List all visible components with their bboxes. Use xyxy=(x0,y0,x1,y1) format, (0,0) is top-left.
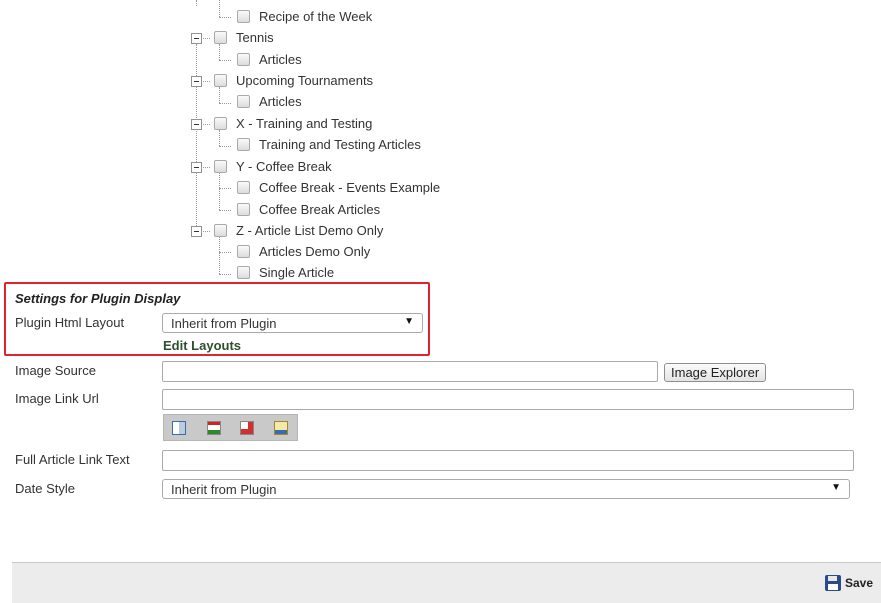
tree-checkbox[interactable] xyxy=(237,203,250,216)
tree-checkbox[interactable] xyxy=(214,74,227,87)
tree-item-label: Coffee Break - Events Example xyxy=(259,180,441,195)
file-link-icon[interactable] xyxy=(240,421,254,435)
tree-item-label: Training and Testing Articles xyxy=(259,137,421,152)
date-style-select[interactable]: Inherit from Plugin ▼ xyxy=(162,479,850,499)
save-label: Save xyxy=(844,576,873,590)
tree-item-label: Articles xyxy=(259,94,302,109)
image-link-url-input[interactable] xyxy=(162,389,854,410)
image-link-url-label: Image Link Url xyxy=(15,391,99,406)
plugin-html-layout-value: Inherit from Plugin xyxy=(171,316,277,331)
tree-guide-line xyxy=(219,237,220,274)
tree-checkbox[interactable] xyxy=(214,160,227,173)
tree-item[interactable]: Articles xyxy=(237,91,302,112)
edit-layouts-link[interactable]: Edit Layouts xyxy=(163,338,241,353)
tree-checkbox[interactable] xyxy=(237,95,250,108)
tree-checkbox[interactable] xyxy=(214,117,227,130)
tree-item-label: Single Article xyxy=(259,265,335,280)
tree-item[interactable]: Articles xyxy=(237,49,302,70)
tree-item[interactable]: Articles Demo Only xyxy=(237,241,370,262)
tree-checkbox[interactable] xyxy=(237,266,250,279)
tree-checkbox[interactable] xyxy=(237,10,250,23)
tree-item[interactable]: Recipe of the Week xyxy=(237,6,372,27)
footer-bar: Save xyxy=(12,562,881,603)
tree-item-label: X - Training and Testing xyxy=(236,116,373,131)
floppy-disk-icon xyxy=(824,575,841,591)
tree-item-label: Z - Article List Demo Only xyxy=(236,223,384,238)
tree-item[interactable]: X - Training and Testing xyxy=(214,113,372,134)
category-tree: Recipe of the Week Tennis Articles Upcom… xyxy=(0,0,881,285)
tree-guide-line xyxy=(219,173,220,210)
full-article-link-text-label: Full Article Link Text xyxy=(15,452,130,467)
tree-item-label: Articles Demo Only xyxy=(259,244,371,259)
date-style-value: Inherit from Plugin xyxy=(171,482,277,497)
tree-item[interactable]: Z - Article List Demo Only xyxy=(214,220,383,241)
image-source-input[interactable] xyxy=(162,361,658,382)
tree-checkbox[interactable] xyxy=(237,138,250,151)
tree-guide-line xyxy=(196,44,197,234)
tree-item-label: Articles xyxy=(259,52,302,67)
image-explorer-button[interactable]: Image Explorer xyxy=(664,363,767,382)
tree-item[interactable]: Coffee Break Articles xyxy=(237,199,380,220)
tree-item[interactable]: Tennis xyxy=(214,27,274,48)
tree-item[interactable]: Y - Coffee Break xyxy=(214,156,332,177)
plugin-html-layout-label: Plugin Html Layout xyxy=(15,315,125,330)
tree-item[interactable]: Training and Testing Articles xyxy=(237,134,421,155)
tree-item-label: Recipe of the Week xyxy=(259,9,373,24)
tree-checkbox[interactable] xyxy=(237,245,250,258)
save-button[interactable]: Save xyxy=(824,575,873,591)
tree-item[interactable]: Upcoming Tournaments xyxy=(214,70,373,91)
link-toolbar xyxy=(163,414,298,441)
full-article-link-text-input[interactable] xyxy=(162,450,854,471)
image-source-label: Image Source xyxy=(15,363,96,378)
date-style-label: Date Style xyxy=(15,481,75,496)
tree-guide-line xyxy=(219,0,220,17)
tree-checkbox[interactable] xyxy=(237,181,250,194)
dropdown-arrow-icon: ▼ xyxy=(831,482,841,493)
tree-checkbox[interactable] xyxy=(214,31,227,44)
tree-checkbox[interactable] xyxy=(214,224,227,237)
tree-item[interactable]: Single Article xyxy=(237,262,334,283)
page-link-icon[interactable] xyxy=(207,421,221,435)
tree-item-label: Upcoming Tournaments xyxy=(236,73,374,88)
tree-guide-line xyxy=(196,0,197,6)
section-title: Settings for Plugin Display xyxy=(15,291,181,306)
tree-item-label: Coffee Break Articles xyxy=(259,202,381,217)
tree-item-label: Tennis xyxy=(236,30,274,45)
tree-checkbox[interactable] xyxy=(237,53,250,66)
plugin-html-layout-select[interactable]: Inherit from Plugin ▼ xyxy=(162,313,423,333)
tree-item[interactable]: Coffee Break - Events Example xyxy=(237,177,440,198)
url-link-icon[interactable] xyxy=(274,421,288,435)
table-link-icon[interactable] xyxy=(172,421,186,435)
tree-item-label: Y - Coffee Break xyxy=(236,159,332,174)
dropdown-arrow-icon: ▼ xyxy=(404,316,414,327)
